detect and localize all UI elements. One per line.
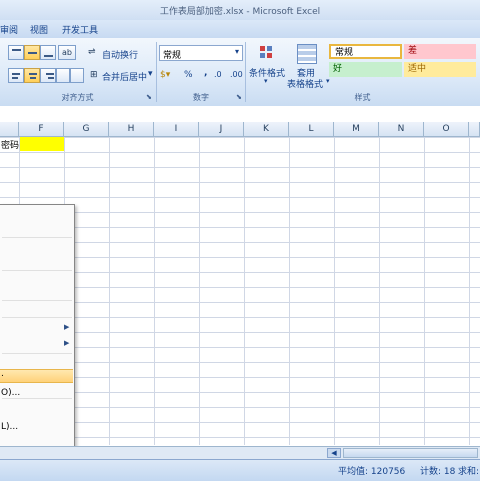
column-header[interactable]: F [19,122,64,136]
column-header-e[interactable] [0,122,19,136]
align-top-button[interactable] [8,45,24,60]
currency-icon[interactable]: $▾ [160,70,170,80]
merge-center-button[interactable]: 合并后居中 [102,70,147,83]
column-header[interactable]: N [379,122,424,136]
menu-separator [2,300,72,301]
menu-separator [2,237,72,238]
increase-indent-icon[interactable] [70,68,84,83]
decrease-decimal-icon[interactable]: .00 [230,70,243,79]
menu-separator [2,317,72,318]
status-sum: 求和: [458,467,480,477]
number-group-label: 数字 [193,93,209,102]
column-header[interactable]: O [424,122,469,136]
alignment-group-label: 对齐方式 [61,93,94,102]
chevron-down-icon: ▾ [326,77,330,85]
column-header[interactable]: J [199,122,244,136]
menu-item-label[interactable]: O)... [1,388,20,398]
status-average: 平均值: 120756 [338,467,406,477]
ribbon-tab-row: 审阅 视图 开发工具 [0,20,480,38]
column-header-row: F G H I J K L M N O [0,122,480,137]
submenu-arrow-icon: ▶ [64,323,70,331]
menu-separator [2,270,72,271]
column-header[interactable]: H [109,122,154,136]
window-title: 工作表局部加密.xlsx - Microsoft Excel [159,7,321,17]
table-format-label: 表格格式 [287,80,324,90]
scroll-left-icon[interactable]: ◀ [327,448,341,458]
context-menu: ▶ ▶ . O)... L)... [0,204,75,449]
table-format-icon [297,44,317,64]
styles-group-label: 样式 [354,93,371,102]
wrap-text-icon: ⇌ [88,47,96,57]
wrap-text-button[interactable]: 自动换行 [102,48,138,61]
chevron-down-icon: ▾ [264,77,268,85]
align-center-button[interactable] [24,68,40,83]
percent-button[interactable]: % [184,70,193,80]
style-good[interactable]: 好 [329,62,402,77]
menu-item-label[interactable]: L)... [1,422,18,432]
status-bar: 平均值: 120756 计数: 18 求和: [0,459,480,481]
menu-separator [2,398,72,399]
status-count: 计数: 18 [420,467,456,477]
column-header[interactable]: G [64,122,109,136]
title-bar: 工作表局部加密.xlsx - Microsoft Excel [0,0,480,20]
comma-button[interactable]: , [204,68,207,78]
tab-developer[interactable]: 开发工具 [62,23,98,36]
alignment-launcher-icon[interactable]: ⬊ [146,93,152,101]
orientation-icon[interactable]: ab [58,45,76,60]
align-middle-button[interactable] [24,45,40,60]
align-left-button[interactable] [8,68,24,83]
submenu-arrow-icon: ▶ [64,339,70,347]
ribbon: ab ⇌ 自动换行 ⊞ 合并后居中 ▾ 对齐方式 ⬊ 常规 ▾ $▾ % , .… [0,38,480,107]
conditional-format-icon [258,44,278,62]
increase-decimal-icon[interactable]: .0 [214,70,222,79]
cell-f-highlighted[interactable] [20,137,64,151]
column-header[interactable]: M [334,122,379,136]
column-header[interactable]: K [244,122,289,136]
formula-bar-area [0,106,480,122]
column-header[interactable]: I [154,122,199,136]
horizontal-scrollbar[interactable]: ◀ [0,446,480,459]
tab-view[interactable]: 视图 [30,23,48,36]
tab-review[interactable]: 审阅 [0,23,18,36]
number-launcher-icon[interactable]: ⬊ [236,93,242,101]
cell-e-password[interactable]: 密码 [1,138,19,151]
decrease-indent-icon[interactable] [56,68,70,83]
align-right-button[interactable] [40,68,56,83]
column-header[interactable]: L [289,122,334,136]
style-normal[interactable]: 常规 [329,44,402,59]
chevron-down-icon: ▾ [234,47,239,56]
menu-separator [2,353,72,354]
style-bad[interactable]: 差 [404,44,476,59]
merge-dropdown-icon[interactable]: ▾ [148,69,153,79]
menu-item-label: . [1,369,4,379]
column-header-p[interactable] [469,122,480,136]
align-bottom-button[interactable] [40,45,56,60]
scrollbar-thumb[interactable] [343,448,478,458]
number-format-select[interactable]: 常规 ▾ [159,45,243,61]
merge-icon: ⊞ [90,70,98,80]
style-neutral[interactable]: 适中 [404,62,476,77]
menu-item-highlighted[interactable] [0,369,73,383]
